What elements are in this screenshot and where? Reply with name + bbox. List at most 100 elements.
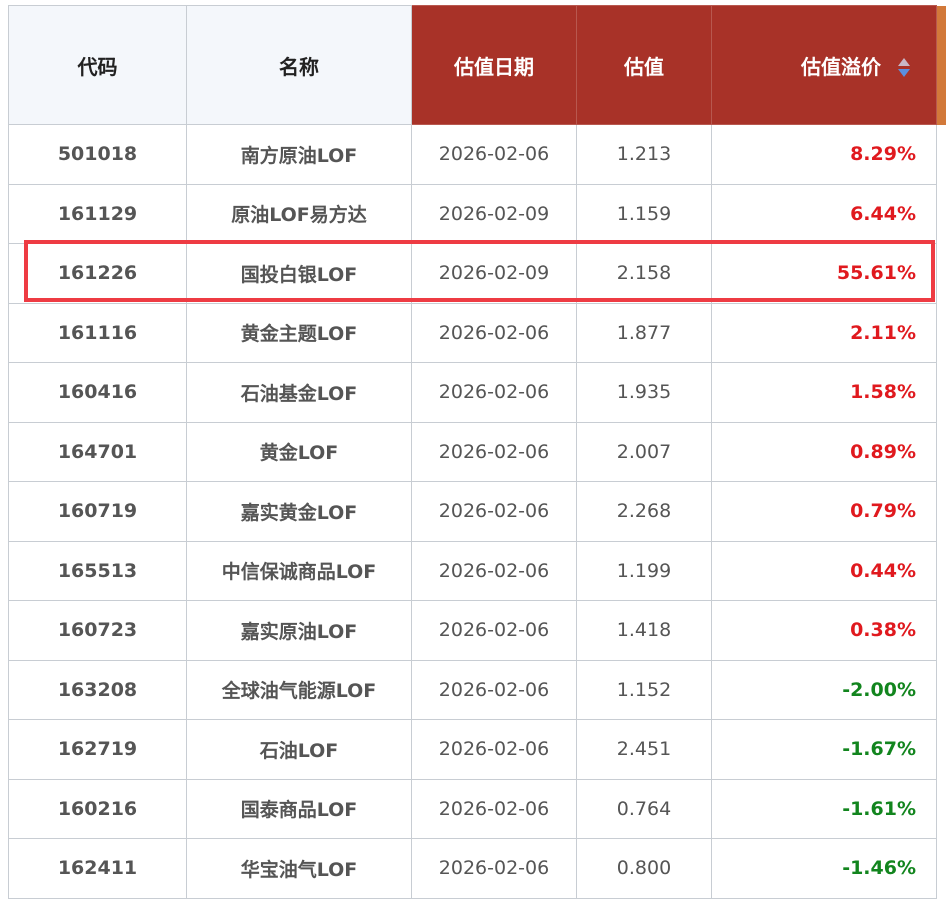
- fund-name-cell: 石油LOF: [186, 719, 412, 780]
- table-row[interactable]: 164701 黄金LOF 2026-02-06 2.007 0.89%: [8, 421, 946, 482]
- valuation-date-cell: 2026-02-06: [411, 302, 577, 363]
- fund-code-cell: 162411: [8, 838, 187, 899]
- header-code[interactable]: 代码: [8, 5, 187, 125]
- premium-cell: 0.44%: [711, 540, 937, 601]
- fund-code-cell: 160216: [8, 778, 187, 839]
- fund-name-cell: 国泰商品LOF: [186, 778, 412, 839]
- premium-cell: 0.89%: [711, 421, 937, 482]
- row-edge-cell: [936, 541, 946, 601]
- premium-cell: 55.61%: [711, 243, 937, 304]
- table-row[interactable]: 501018 南方原油LOF 2026-02-06 1.213 8.29%: [8, 124, 946, 185]
- row-edge-cell: [936, 124, 946, 184]
- fund-name-cell: 原油LOF易方达: [186, 183, 412, 244]
- premium-cell: 2.11%: [711, 302, 937, 363]
- row-edge-cell: [936, 243, 946, 303]
- fund-name-cell: 黄金主题LOF: [186, 302, 412, 363]
- premium-cell: 0.38%: [711, 600, 937, 661]
- row-edge-cell: [936, 719, 946, 779]
- row-edge-cell: [936, 362, 946, 422]
- table-row[interactable]: 160719 嘉实黄金LOF 2026-02-06 2.268 0.79%: [8, 481, 946, 542]
- row-edge-cell: [936, 660, 946, 720]
- table-row[interactable]: 162411 华宝油气LOF 2026-02-06 0.800 -1.46%: [8, 838, 946, 899]
- fund-code-cell: 163208: [8, 659, 187, 720]
- row-edge-cell: [936, 838, 946, 898]
- valuation-date-cell: 2026-02-06: [411, 540, 577, 601]
- fund-name-cell: 中信保诚商品LOF: [186, 540, 412, 601]
- header-premium[interactable]: 估值溢价: [711, 5, 937, 125]
- valuation-date-cell: 2026-02-06: [411, 421, 577, 482]
- valuation-cell: 2.007: [576, 421, 712, 482]
- table-row[interactable]: 160216 国泰商品LOF 2026-02-06 0.764 -1.61%: [8, 778, 946, 839]
- row-edge-cell: [936, 779, 946, 839]
- header-premium-label: 估值溢价: [801, 54, 882, 79]
- valuation-cell: 2.158: [576, 243, 712, 304]
- table-row[interactable]: 161226 国投白银LOF 2026-02-09 2.158 55.61%: [8, 243, 946, 304]
- fund-name-cell: 石油基金LOF: [186, 362, 412, 423]
- valuation-date-cell: 2026-02-06: [411, 719, 577, 780]
- valuation-cell: 1.418: [576, 600, 712, 661]
- fund-table-container: 代码 名称 估值日期 估值 估值溢价 501018 南方原油LOF 2026-02-…: [8, 5, 946, 899]
- fund-code-cell: 160723: [8, 600, 187, 661]
- fund-name-cell: 国投白银LOF: [186, 243, 412, 304]
- row-edge-cell: [936, 481, 946, 541]
- header-value[interactable]: 估值: [576, 5, 712, 125]
- table-row[interactable]: 161116 黄金主题LOF 2026-02-06 1.877 2.11%: [8, 302, 946, 363]
- fund-code-cell: 165513: [8, 540, 187, 601]
- valuation-cell: 1.877: [576, 302, 712, 363]
- row-edge-cell: [936, 303, 946, 363]
- table-row[interactable]: 163208 全球油气能源LOF 2026-02-06 1.152 -2.00%: [8, 659, 946, 720]
- valuation-cell: 1.935: [576, 362, 712, 423]
- fund-code-cell: 161129: [8, 183, 187, 244]
- fund-name-cell: 华宝油气LOF: [186, 838, 412, 899]
- premium-cell: 8.29%: [711, 124, 937, 185]
- header-date[interactable]: 估值日期: [411, 5, 577, 125]
- premium-cell: 6.44%: [711, 183, 937, 244]
- valuation-date-cell: 2026-02-06: [411, 838, 577, 899]
- premium-cell: -2.00%: [711, 659, 937, 720]
- table-header: 代码 名称 估值日期 估值 估值溢价: [8, 5, 946, 125]
- fund-name-cell: 嘉实黄金LOF: [186, 481, 412, 542]
- valuation-cell: 2.268: [576, 481, 712, 542]
- fund-name-cell: 嘉实原油LOF: [186, 600, 412, 661]
- valuation-date-cell: 2026-02-06: [411, 124, 577, 185]
- fund-code-cell: 162719: [8, 719, 187, 780]
- fund-name-cell: 黄金LOF: [186, 421, 412, 482]
- premium-cell: 1.58%: [711, 362, 937, 423]
- row-edge-cell: [936, 422, 946, 482]
- table-row[interactable]: 162719 石油LOF 2026-02-06 2.451 -1.67%: [8, 719, 946, 780]
- premium-cell: -1.67%: [711, 719, 937, 780]
- table-row[interactable]: 160723 嘉实原油LOF 2026-02-06 1.418 0.38%: [8, 600, 946, 661]
- premium-cell: -1.46%: [711, 838, 937, 899]
- premium-cell: -1.61%: [711, 778, 937, 839]
- valuation-cell: 1.213: [576, 124, 712, 185]
- premium-cell: 0.79%: [711, 481, 937, 542]
- valuation-cell: 1.159: [576, 183, 712, 244]
- table-row[interactable]: 160416 石油基金LOF 2026-02-06 1.935 1.58%: [8, 362, 946, 423]
- valuation-cell: 1.199: [576, 540, 712, 601]
- valuation-date-cell: 2026-02-06: [411, 362, 577, 423]
- table-row[interactable]: 161129 原油LOF易方达 2026-02-09 1.159 6.44%: [8, 183, 946, 244]
- row-edge-cell: [936, 184, 946, 244]
- fund-name-cell: 全球油气能源LOF: [186, 659, 412, 720]
- valuation-date-cell: 2026-02-06: [411, 481, 577, 542]
- sort-up-down-icon[interactable]: [898, 57, 910, 79]
- valuation-cell: 2.451: [576, 719, 712, 780]
- table-body: 501018 南方原油LOF 2026-02-06 1.213 8.29% 161129 原…: [8, 124, 946, 899]
- fund-code-cell: 164701: [8, 421, 187, 482]
- valuation-date-cell: 2026-02-06: [411, 778, 577, 839]
- row-edge-cell: [936, 600, 946, 660]
- fund-code-cell: 161116: [8, 302, 187, 363]
- header-name[interactable]: 名称: [186, 5, 412, 125]
- table-row[interactable]: 165513 中信保诚商品LOF 2026-02-06 1.199 0.44%: [8, 540, 946, 601]
- valuation-date-cell: 2026-02-09: [411, 183, 577, 244]
- fund-code-cell: 160719: [8, 481, 187, 542]
- fund-code-cell: 501018: [8, 124, 187, 185]
- valuation-cell: 0.800: [576, 838, 712, 899]
- fund-name-cell: 南方原油LOF: [186, 124, 412, 185]
- fund-code-cell: 160416: [8, 362, 187, 423]
- valuation-date-cell: 2026-02-09: [411, 243, 577, 304]
- header-edge-column: [936, 5, 946, 125]
- header-row: 代码 名称 估值日期 估值 估值溢价: [8, 5, 946, 125]
- lof-premium-table: 代码 名称 估值日期 估值 估值溢价 501018 南方原油LOF 2026-02-…: [8, 5, 946, 899]
- fund-code-cell: 161226: [8, 243, 187, 304]
